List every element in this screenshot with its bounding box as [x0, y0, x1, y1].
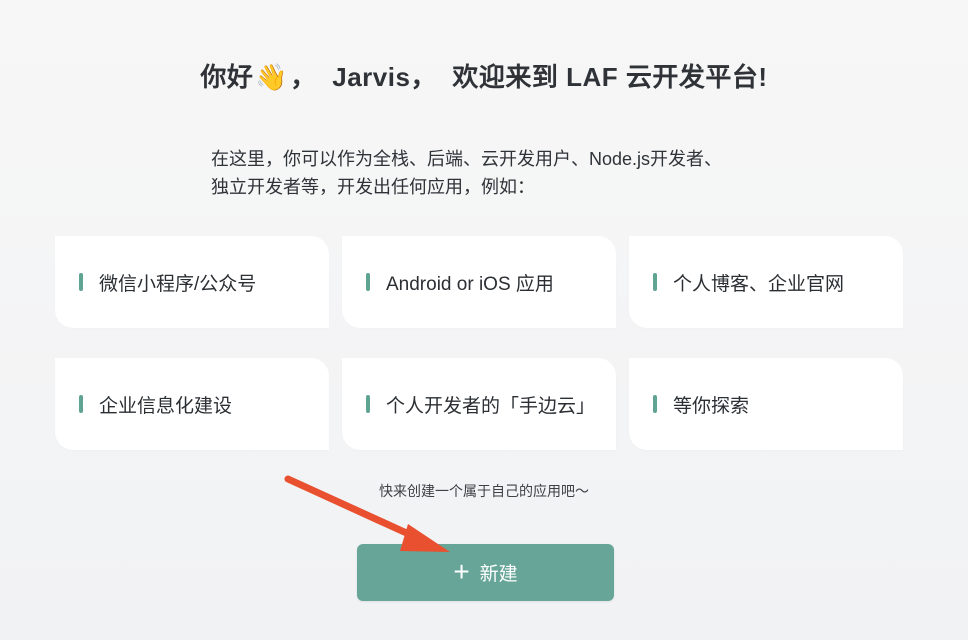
- accent-bar: [366, 273, 370, 291]
- accent-bar: [653, 273, 657, 291]
- create-app-button[interactable]: + 新建: [357, 544, 614, 601]
- accent-bar: [653, 395, 657, 413]
- waving-hand-icon: 👋: [255, 62, 289, 92]
- use-case-card: 个人博客、企业官网: [629, 236, 903, 328]
- use-case-card: Android or iOS 应用: [342, 236, 616, 328]
- intro-paragraph: 在这里，你可以作为全栈、后端、云开发用户、Node.js开发者、 独立开发者等，…: [211, 145, 771, 201]
- use-case-label: Android or iOS 应用: [386, 273, 554, 295]
- create-button-label: 新建: [479, 564, 518, 585]
- title-separator: ，: [290, 62, 317, 92]
- accent-bar: [79, 273, 83, 291]
- welcome-text: 欢迎来到 LAF 云开发平台!: [452, 62, 768, 92]
- intro-line-1: 在这里，你可以作为全栈、后端、云开发用户、Node.js开发者、: [211, 149, 723, 169]
- use-case-label: 等你探索: [673, 395, 750, 417]
- intro-line-2: 独立开发者等，开发出任何应用，例如：: [211, 177, 535, 197]
- use-case-card: 微信小程序/公众号: [55, 236, 329, 328]
- use-case-card: 企业信息化建设: [55, 358, 329, 450]
- use-case-label: 微信小程序/公众号: [99, 273, 257, 295]
- create-hint: 快来创建一个属于自己的应用吧～: [379, 483, 589, 499]
- welcome-page: 你好👋， Jarvis， 欢迎来到 LAF 云开发平台! 在这里，你可以作为全栈…: [0, 0, 968, 640]
- accent-bar: [79, 395, 83, 413]
- use-case-label: 个人博客、企业官网: [673, 273, 845, 295]
- use-case-card: 个人开发者的「手边云」: [342, 358, 616, 450]
- use-case-label: 个人开发者的「手边云」: [386, 395, 596, 417]
- title-separator: ，: [410, 62, 437, 92]
- greeting-text: 你好: [200, 62, 254, 92]
- use-case-card: 等你探索: [629, 358, 903, 450]
- use-case-label: 企业信息化建设: [99, 395, 233, 417]
- username: Jarvis: [332, 62, 411, 92]
- welcome-title: 你好👋， Jarvis， 欢迎来到 LAF 云开发平台!: [0, 57, 968, 94]
- plus-icon: +: [453, 555, 470, 587]
- accent-bar: [366, 395, 370, 413]
